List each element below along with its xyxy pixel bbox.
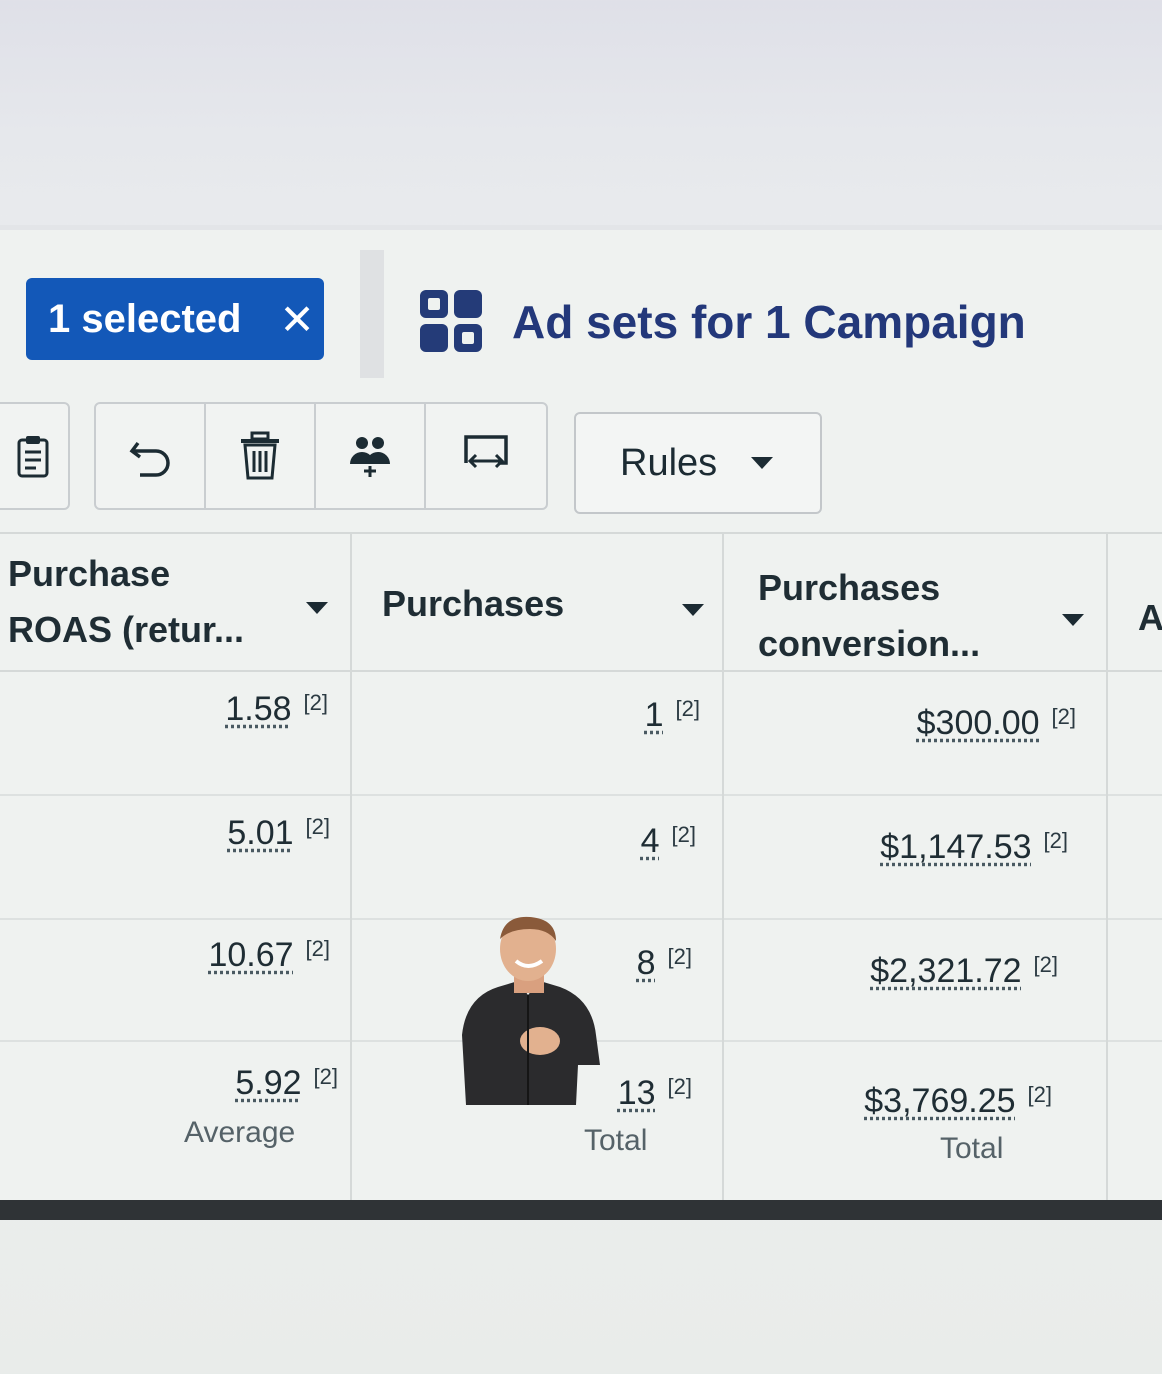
header-line: Purchase — [8, 553, 171, 594]
column-divider — [722, 532, 724, 1207]
header-line: ROAS (retur... — [8, 609, 245, 650]
compare-button[interactable] — [424, 402, 548, 510]
summary-label-total: Total — [940, 1132, 1004, 1165]
sort-chevron-icon[interactable] — [306, 602, 328, 614]
footnote-ref: [2] — [667, 1074, 692, 1099]
footnote-ref: [2] — [313, 1064, 338, 1089]
person-sticker-image — [462, 916, 600, 1105]
footnote-ref: [2] — [1027, 1082, 1052, 1107]
table-cell-purchases[interactable]: 4 [2] — [641, 822, 696, 861]
ad-sets-grid-icon — [420, 290, 484, 354]
delete-button[interactable] — [204, 402, 316, 510]
cell-value: 5.01 — [227, 814, 294, 852]
sort-chevron-icon[interactable] — [1062, 614, 1084, 626]
table-cell-roas[interactable]: 10.67 [2] — [208, 936, 330, 975]
clipboard-icon — [17, 436, 49, 478]
summary-cell-purchases[interactable]: 13 [2] — [618, 1074, 692, 1113]
footnote-ref: [2] — [1051, 704, 1076, 729]
undo-button[interactable] — [94, 402, 206, 510]
clear-selection-icon[interactable]: ✕ — [279, 295, 314, 344]
undo-icon — [129, 441, 170, 477]
column-header-conversion-value[interactable]: Purchases conversion... — [758, 560, 980, 672]
sort-chevron-icon[interactable] — [682, 604, 704, 616]
audience-button[interactable] — [314, 402, 426, 510]
rules-dropdown[interactable]: Rules — [574, 412, 822, 514]
swap-icon — [464, 435, 508, 469]
summary-label-total: Total — [584, 1124, 648, 1157]
footnote-ref: [2] — [303, 690, 328, 715]
header-line: Purchases — [758, 567, 941, 608]
cell-value: 1 — [644, 696, 664, 734]
screen-bezel — [0, 1200, 1162, 1220]
cell-value: $1,147.53 — [880, 828, 1032, 866]
column-header-roas[interactable]: Purchase ROAS (retur... — [8, 546, 244, 658]
header-divider — [360, 250, 384, 378]
footnote-ref: [2] — [675, 696, 700, 721]
cell-value: $300.00 — [916, 704, 1040, 742]
table-cell-purchases[interactable]: 8 [2] — [637, 944, 692, 983]
chevron-down-icon — [751, 457, 774, 469]
header-line: A — [1138, 597, 1162, 638]
selection-count-label: 1 selected — [48, 296, 242, 341]
table-header-border — [0, 532, 1162, 534]
cell-value: 5.92 — [235, 1064, 302, 1102]
clipboard-button[interactable] — [0, 402, 70, 510]
table-cell-conversion-value[interactable]: $1,147.53 [2] — [880, 828, 1068, 867]
table-cell-conversion-value[interactable]: $2,321.72 [2] — [870, 952, 1058, 991]
column-divider — [350, 532, 352, 1207]
table-cell-purchases[interactable]: 1 [2] — [645, 696, 700, 735]
column-header-truncated[interactable]: A — [1138, 590, 1162, 646]
summary-cell-roas[interactable]: 5.92 [2] — [235, 1064, 338, 1103]
audience-icon — [350, 437, 390, 477]
cell-value: 10.67 — [208, 936, 294, 974]
footnote-ref: [2] — [1043, 828, 1068, 853]
cell-value: $2,321.72 — [870, 952, 1022, 990]
ad-sets-title: Ad sets for 1 Campaign — [512, 296, 1026, 348]
summary-label-average: Average — [184, 1116, 296, 1149]
cell-value: 1.58 — [225, 690, 292, 728]
cell-value: $3,769.25 — [864, 1082, 1016, 1120]
footnote-ref: [2] — [1033, 952, 1058, 977]
header-bottom-border — [0, 670, 1162, 672]
cell-value: 8 — [636, 944, 656, 982]
column-header-purchases[interactable]: Purchases — [382, 576, 564, 632]
ad-sets-table: Purchase ROAS (retur... Purchases Purcha… — [0, 532, 1162, 1207]
row-divider — [0, 794, 1162, 796]
ad-sets-breadcrumb[interactable]: Ad sets for 1 Campaign — [420, 282, 1026, 362]
selection-chip[interactable]: 1 selected ✕ — [26, 278, 324, 360]
rules-label: Rules — [620, 441, 718, 484]
footnote-ref: [2] — [305, 814, 330, 839]
cell-value: 4 — [640, 822, 660, 860]
header-line: conversion... — [758, 623, 981, 664]
table-cell-roas[interactable]: 1.58 [2] — [225, 690, 328, 729]
table-cell-conversion-value[interactable]: $300.00 [2] — [917, 704, 1076, 743]
header-line: Purchases — [382, 583, 565, 624]
footnote-ref: [2] — [667, 944, 692, 969]
footnote-ref: [2] — [671, 822, 696, 847]
column-divider — [1106, 532, 1108, 1207]
table-cell-roas[interactable]: 5.01 [2] — [227, 814, 330, 853]
summary-cell-conversion-value[interactable]: $3,769.25 [2] — [864, 1082, 1052, 1121]
footnote-ref: [2] — [305, 936, 330, 961]
cell-value: 13 — [617, 1074, 656, 1112]
trash-icon — [241, 431, 279, 480]
